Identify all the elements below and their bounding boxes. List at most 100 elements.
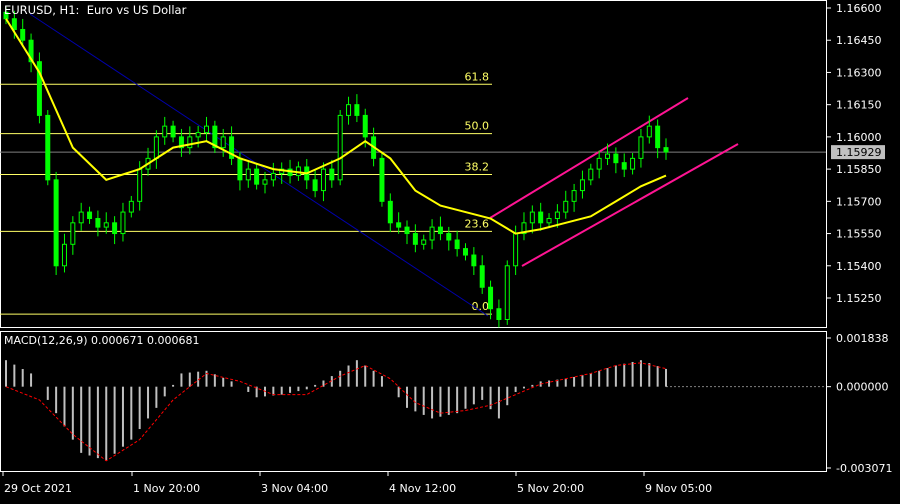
chart-title: EURUSD, H1: Euro vs US Dollar (4, 3, 187, 17)
candle-body (529, 211, 535, 224)
price-label: 1.16000 (836, 131, 882, 144)
candle-body (195, 132, 201, 138)
fib-level-label: 61.8 (465, 70, 490, 83)
fib-level-label: 50.0 (465, 120, 490, 133)
price-label: 1.15400 (836, 260, 882, 273)
candle-body (312, 179, 318, 192)
candle-body (187, 136, 193, 149)
candle-body (220, 136, 226, 149)
candle-body (346, 104, 352, 116)
candle-body (630, 157, 636, 170)
channel-lower-line (521, 143, 739, 267)
candle-body (621, 162, 627, 170)
channel-upper-line (489, 97, 689, 219)
candle-body (646, 125, 652, 138)
candle-body (354, 104, 360, 116)
candle-body (613, 153, 619, 164)
candle-body (655, 125, 661, 149)
price-label: 1.15850 (836, 163, 882, 176)
price-label: 1.15700 (836, 195, 882, 208)
macd-scale-label: 0.000000 (836, 381, 889, 394)
candle-body (170, 125, 176, 138)
candle-body (103, 222, 109, 228)
time-label: 9 Nov 05:00 (645, 482, 712, 495)
candle-body (496, 308, 502, 320)
candle-body (362, 114, 368, 138)
chart-canvas[interactable]: 1.16600 1.16450 1.16300 1.16150 1.16000 1.158… (0, 0, 900, 500)
candle-body (262, 179, 268, 185)
candle-body (513, 233, 519, 267)
time-label: 3 Nov 04:00 (261, 482, 328, 495)
candle-body (237, 157, 243, 181)
candle-body (320, 168, 326, 192)
macd-indicator: 0.001838 0.000000 -0.003071 (5, 332, 892, 475)
candle-body (446, 233, 452, 241)
macd-label: MACD(12,26,9) 0.000671 0.000681 (4, 334, 200, 347)
price-label: 1.16150 (836, 99, 882, 112)
candle-body (396, 222, 402, 228)
candle-body (663, 147, 669, 153)
macd-scale-label: -0.003071 (836, 462, 892, 475)
candle-body (588, 168, 594, 181)
candle-body (162, 125, 168, 138)
candle-body (245, 168, 251, 181)
candle-body (120, 211, 126, 235)
price-label: 1.15250 (836, 292, 882, 305)
price-label: 1.16450 (836, 34, 882, 47)
candle-body (488, 286, 494, 310)
candle-body (70, 222, 76, 245)
candle-body (404, 226, 410, 235)
candle-body (87, 211, 93, 220)
candle-body (504, 265, 510, 320)
macd-signal-line (5, 362, 667, 462)
candle-body (11, 18, 17, 30)
candle-body (471, 254, 477, 267)
candle-body (329, 168, 335, 181)
candle-body (546, 218, 552, 224)
candle-body (638, 136, 644, 159)
candle-body (61, 243, 67, 267)
time-axis: 29 Oct 2021 1 Nov 20:00 3 Nov 04:00 4 Nov 1… (2, 471, 712, 495)
candle-body (579, 179, 585, 192)
candle-body (421, 239, 427, 245)
candle-body (605, 153, 611, 159)
price-label: 1.16600 (836, 2, 882, 15)
candle-body (479, 265, 485, 288)
fib-level-label: 23.6 (465, 217, 490, 230)
candle-body (554, 211, 560, 220)
candle-body (95, 218, 101, 228)
candle-body (337, 114, 343, 181)
candle-body (112, 222, 118, 235)
candle-body (78, 211, 84, 224)
macd-scale-label: 0.001838 (836, 332, 889, 345)
candle-body (538, 211, 544, 224)
candle-body (153, 136, 159, 159)
candle-body (571, 190, 577, 202)
price-label: 1.15550 (836, 228, 882, 241)
candle-body (462, 248, 468, 256)
candle-body (379, 157, 385, 202)
candle-body (204, 125, 210, 134)
candle-body (412, 233, 418, 245)
macd-panel-frame (0, 331, 827, 472)
candle-body (437, 226, 443, 235)
candle-body (137, 168, 143, 202)
time-label: 29 Oct 2021 (4, 482, 72, 495)
candle-body (387, 200, 393, 224)
candle-body (45, 114, 51, 181)
chart-window[interactable]: 1.16600 1.16450 1.16300 1.16150 1.16000 1.158… (0, 0, 900, 500)
time-label: 4 Nov 12:00 (389, 482, 456, 495)
price-label: 1.16300 (836, 66, 882, 79)
candle-body (270, 172, 276, 181)
candle-body (454, 239, 460, 250)
candle-body (53, 179, 59, 267)
candlestick-series (3, 6, 669, 328)
time-label: 5 Nov 20:00 (517, 482, 584, 495)
candle-body (596, 157, 602, 170)
candle-body (128, 200, 134, 213)
current-price-label: 1.15929 (836, 146, 882, 159)
candle-body (563, 200, 569, 213)
candle-body (429, 226, 435, 241)
candle-body (254, 168, 260, 185)
price-scale: 1.16600 1.16450 1.16300 1.16150 1.16000 1.158… (0, 2, 885, 305)
